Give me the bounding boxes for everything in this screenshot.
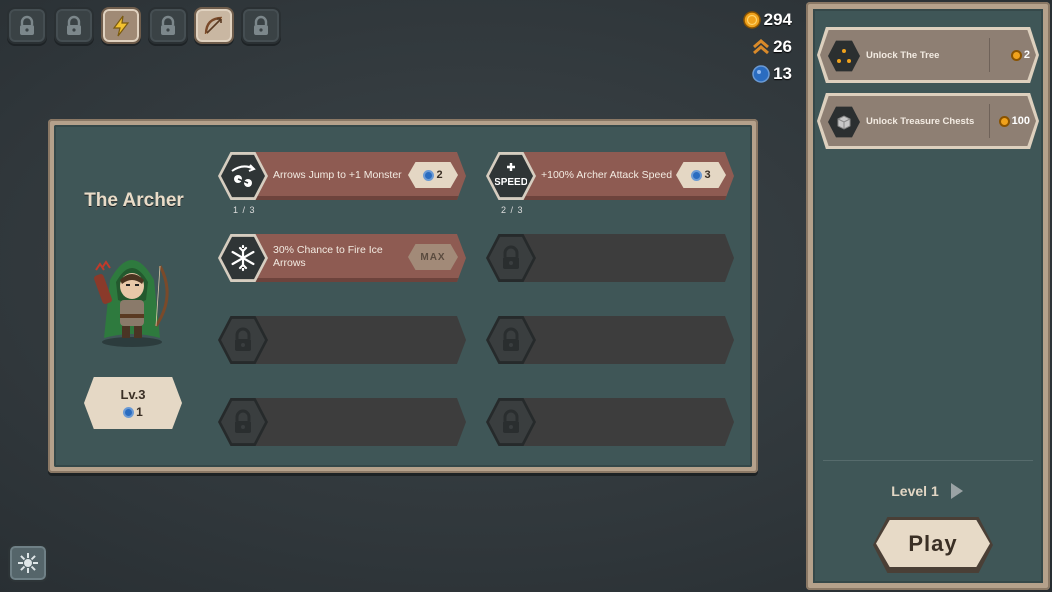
gold-coin-icon: [742, 11, 761, 29]
lock-icon: [20, 15, 34, 35]
skill-upgrade-button[interactable]: 3: [676, 162, 726, 188]
skill-progress: 2 / 3: [501, 205, 524, 215]
settings-button[interactable]: [8, 544, 48, 582]
gem-amount: 13: [773, 64, 792, 83]
lock-icon: [503, 245, 519, 269]
tab-locked-3[interactable]: [148, 7, 188, 44]
skill-slot-locked[interactable]: [486, 315, 736, 365]
lock-icon: [67, 15, 81, 35]
hero-level-cost-value: 1: [136, 405, 143, 419]
blue-gem-icon: [752, 65, 770, 83]
lock-icon: [235, 409, 251, 433]
skill-cost: 2: [436, 169, 443, 181]
skill-label: Arrows Jump to +1 Monster: [273, 168, 402, 181]
svg-text:SPEED: SPEED: [495, 177, 527, 188]
quest-cost-value: 100: [1011, 115, 1030, 127]
skill-bar: [240, 316, 466, 364]
level-selector: Level 1: [813, 481, 1043, 501]
gold-counter: 294: [742, 10, 792, 30]
gold-amount: 294: [763, 10, 792, 29]
arrow-jump-icon: [231, 164, 256, 187]
skill-tree-panel: The Archer Lv.3 1 Arrows Jump to +1 Mons…: [48, 119, 758, 473]
gold-coin-icon: [998, 115, 1010, 127]
skill-slot-locked[interactable]: [486, 397, 736, 447]
blue-gem-icon: [691, 169, 703, 181]
skill-progress: 1 / 3: [233, 205, 256, 215]
quest-divider: [989, 38, 990, 72]
skill-slot-arrow-jump[interactable]: Arrows Jump to +1 Monster 2 1 / 3: [218, 151, 468, 215]
snowflake-icon: [231, 244, 255, 272]
skill-slot-locked[interactable]: [218, 315, 468, 365]
hero-level-cost: 1: [123, 405, 143, 419]
quest-label: Unlock Treasure Chests: [866, 115, 975, 127]
level-label: Level 1: [891, 483, 939, 499]
chest-icon: [837, 115, 851, 130]
archer-portrait: [94, 260, 169, 347]
blue-gem-icon: [123, 406, 135, 418]
skill-cost: 3: [704, 169, 711, 181]
skill-slot-ice-arrows[interactable]: 30% Chance to Fire Ice Arrows MAX: [218, 233, 468, 283]
skill-bar: [508, 234, 734, 282]
gear-icon: [18, 553, 38, 573]
play-label: Play: [876, 520, 990, 567]
tab-locked-4[interactable]: [241, 7, 281, 44]
skill-label: +100% Archer Attack Speed: [541, 168, 673, 181]
lock-icon: [235, 327, 251, 351]
tab-lightning[interactable]: [101, 7, 141, 44]
skill-slot-attack-speed[interactable]: SPEED +100% Archer Attack Speed 3 2 / 3: [486, 151, 736, 215]
tab-locked-2[interactable]: [54, 7, 94, 44]
tab-archer[interactable]: [194, 7, 234, 44]
quest-unlock-tree[interactable]: Unlock The Tree 2: [817, 27, 1039, 83]
play-button[interactable]: Play: [873, 517, 993, 573]
skill-bar: [508, 316, 734, 364]
speed-icon: SPEED: [495, 163, 527, 188]
skill-bar: [508, 398, 734, 446]
bow-icon: [204, 16, 223, 34]
gold-coin-icon: [1010, 49, 1022, 61]
divider: [823, 460, 1033, 461]
lightning-icon: [112, 15, 130, 36]
quest-panel: Unlock The Tree 2 Unlock Treasure Chests…: [806, 2, 1050, 590]
skill-max-label: MAX: [420, 251, 446, 263]
tree-icon: [837, 49, 851, 63]
tab-locked-1[interactable]: [7, 7, 47, 44]
skill-bar: [240, 398, 466, 446]
skill-max-badge: MAX: [408, 244, 458, 270]
quest-unlock-chests[interactable]: Unlock Treasure Chests 100: [817, 93, 1039, 149]
quest-cost: 2: [1010, 30, 1030, 80]
lock-icon: [503, 327, 519, 351]
quest-divider: [989, 104, 990, 138]
quest-label: Unlock The Tree: [866, 49, 940, 61]
skill-label: 30% Chance to Fire Ice Arrows: [273, 244, 383, 269]
skill-slot-locked[interactable]: [486, 233, 736, 283]
hero-name: The Archer: [84, 190, 184, 211]
gem-counter: 13: [752, 64, 792, 84]
blue-gem-icon: [423, 169, 435, 181]
next-level-icon[interactable]: [949, 481, 965, 501]
quest-cost: 100: [998, 96, 1030, 146]
skill-upgrade-button[interactable]: 2: [408, 162, 458, 188]
quest-cost-value: 2: [1023, 49, 1030, 61]
rank-chevron-icon: [753, 39, 770, 55]
lock-icon: [161, 15, 175, 35]
hero-level-upgrade-button[interactable]: Lv.3 1: [84, 377, 182, 429]
rank-amount: 26: [773, 37, 792, 56]
rank-counter: 26: [752, 37, 792, 57]
lock-icon: [503, 409, 519, 433]
hero-level: Lv.3: [120, 387, 146, 402]
skill-slot-locked[interactable]: [218, 397, 468, 447]
lock-icon: [254, 15, 268, 35]
